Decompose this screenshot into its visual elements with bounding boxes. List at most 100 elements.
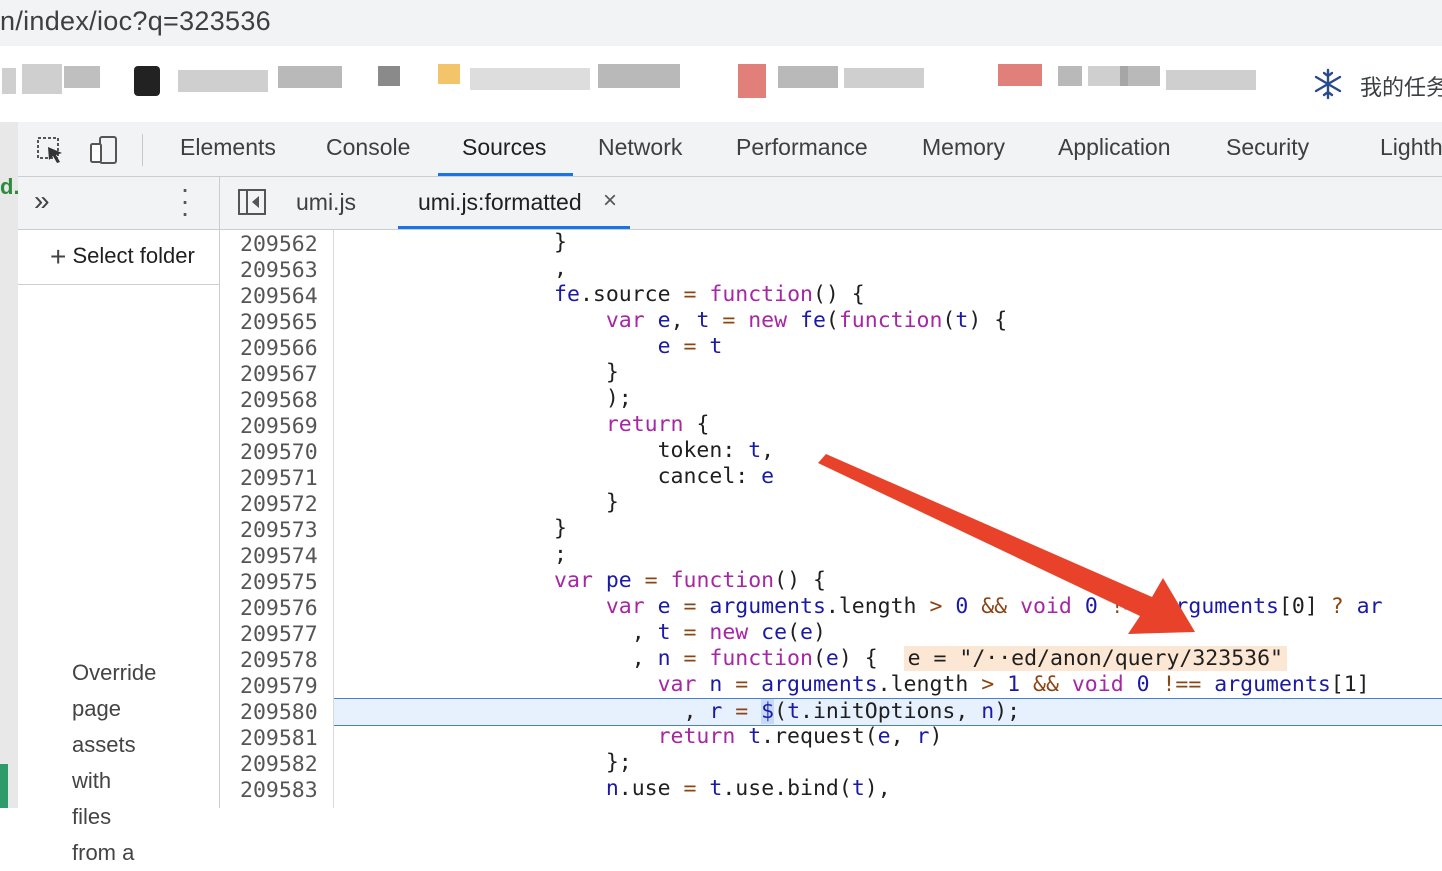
- code-token: [0]: [1278, 594, 1331, 619]
- code-line[interactable]: token: t,: [334, 438, 1442, 464]
- line-number[interactable]: 209574: [240, 544, 318, 569]
- line-number[interactable]: 209569: [240, 414, 318, 439]
- tab-elements[interactable]: Elements: [180, 134, 276, 161]
- code-token: t: [787, 699, 801, 724]
- code-token: =: [683, 594, 710, 619]
- line-number[interactable]: 209568: [240, 388, 318, 413]
- more-tabs-chevron-icon[interactable]: »: [34, 185, 50, 217]
- override-description: Override page assets with files from a: [72, 655, 212, 871]
- code-line[interactable]: ,: [334, 256, 1442, 282]
- tab-network[interactable]: Network: [598, 134, 682, 161]
- select-folder-button[interactable]: + Select folder: [50, 241, 195, 273]
- code-token: .length: [825, 594, 930, 619]
- file-tab-umi-js[interactable]: umi.js: [296, 189, 356, 216]
- line-number[interactable]: 209572: [240, 492, 318, 517]
- active-tab-indicator: [438, 173, 573, 176]
- code-view[interactable]: 209562 209563 209564 209565 209566 20956…: [220, 230, 1442, 808]
- line-number[interactable]: 209565: [240, 310, 318, 335]
- line-number[interactable]: 209566: [240, 336, 318, 361]
- code-line[interactable]: var n = arguments.length > 1 && void 0 !…: [334, 672, 1442, 698]
- line-number[interactable]: 209562: [240, 232, 318, 257]
- code-token: {: [696, 412, 710, 437]
- tab-lighthouse[interactable]: Lighth: [1380, 134, 1442, 161]
- code-line[interactable]: }: [334, 360, 1442, 386]
- code-line[interactable]: cancel: e: [334, 464, 1442, 490]
- code-line[interactable]: e = t: [334, 334, 1442, 360]
- line-number[interactable]: 209576: [240, 596, 318, 621]
- toggle-navigator-icon[interactable]: [238, 189, 266, 215]
- code-line[interactable]: , t = new ce(e): [334, 620, 1442, 646]
- line-number[interactable]: 209581: [240, 726, 318, 751]
- override-text-line: assets: [72, 732, 136, 757]
- code-line[interactable]: var e, t = new fe(function(t) {: [334, 308, 1442, 334]
- bookmark-item-1[interactable]: [130, 64, 350, 104]
- address-bar[interactable]: n/index/ioc?q=323536: [0, 0, 1442, 46]
- line-number[interactable]: 209582: [240, 752, 318, 777]
- override-text-line: files: [72, 804, 112, 829]
- line-number[interactable]: 209570: [240, 440, 318, 465]
- code-line[interactable]: }: [334, 490, 1442, 516]
- code-line[interactable]: , r = $(t.initOptions, n);: [334, 698, 1442, 726]
- more-options-icon[interactable]: · · ·: [178, 175, 192, 227]
- device-toolbar-icon[interactable]: [88, 134, 120, 166]
- line-number[interactable]: 209571: [240, 466, 318, 491]
- bookmarks-bar: 我的任务: [0, 46, 1442, 122]
- file-tab-umi-js-formatted[interactable]: umi.js:formatted: [418, 189, 582, 216]
- code-token: =: [683, 776, 710, 801]
- tab-application[interactable]: Application: [1058, 134, 1171, 161]
- close-tab-icon[interactable]: ×: [603, 187, 617, 215]
- bookmark-item-3[interactable]: [734, 64, 934, 104]
- navigator-header: » · · ·: [18, 175, 219, 230]
- line-number[interactable]: 209583: [240, 778, 318, 803]
- code-line[interactable]: }: [334, 230, 1442, 256]
- line-number[interactable]: 209563: [240, 258, 318, 283]
- code-line[interactable]: fe.source = function() {: [334, 282, 1442, 308]
- inspect-element-icon[interactable]: [34, 134, 66, 166]
- code-token: return: [334, 724, 749, 749]
- code-token: () {: [812, 282, 865, 307]
- line-number[interactable]: 209575: [240, 570, 318, 595]
- line-number[interactable]: 209573: [240, 518, 318, 543]
- bookmark-item-4[interactable]: [996, 64, 1276, 104]
- code-token: .use.bind(: [722, 776, 852, 801]
- code-token: ) {: [968, 308, 1008, 333]
- page-edge: d.: [0, 122, 20, 808]
- line-number[interactable]: 209578: [240, 648, 318, 673]
- line-number[interactable]: 209579: [240, 674, 318, 699]
- code-line[interactable]: }: [334, 516, 1442, 542]
- code-token: t: [748, 438, 762, 463]
- line-number[interactable]: 209567: [240, 362, 318, 387]
- line-number[interactable]: 209564: [240, 284, 318, 309]
- code-line[interactable]: , n = function(e) { e = "/··ed/anon/quer…: [334, 646, 1442, 672]
- tab-sources[interactable]: Sources: [462, 134, 546, 161]
- bookmark-blur: [844, 68, 924, 88]
- code-token: function: [709, 646, 813, 671]
- code-token: ce: [761, 620, 788, 645]
- code-line[interactable]: );: [334, 386, 1442, 412]
- tab-security[interactable]: Security: [1226, 134, 1309, 161]
- code-token: =: [683, 620, 710, 645]
- line-number[interactable]: 209580: [240, 700, 318, 725]
- code-token: function: [838, 308, 943, 333]
- bookmark-item-2[interactable]: [430, 64, 700, 104]
- code-line[interactable]: ;: [334, 542, 1442, 568]
- code-token: &&: [981, 594, 1021, 619]
- code-line[interactable]: var e = arguments.length > 0 && void 0 !…: [334, 594, 1442, 620]
- code-token: =: [722, 308, 749, 333]
- bookmark-item-5[interactable]: 我的任务: [1312, 64, 1442, 104]
- code-line[interactable]: var pe = function() {: [334, 568, 1442, 594]
- code-token: e: [657, 594, 684, 619]
- line-number[interactable]: 209577: [240, 622, 318, 647]
- tab-console[interactable]: Console: [326, 134, 410, 161]
- code-line[interactable]: };: [334, 750, 1442, 776]
- code-line[interactable]: n.use = t.use.bind(t),: [334, 776, 1442, 802]
- bookmark-blur: [1166, 70, 1256, 90]
- tab-performance[interactable]: Performance: [736, 134, 868, 161]
- code-token: void: [1071, 672, 1137, 697]
- code-line[interactable]: return {: [334, 412, 1442, 438]
- code-token: e: [800, 620, 813, 645]
- bookmark-favicon-icon: [998, 64, 1042, 86]
- code-line[interactable]: return t.request(e, r): [334, 724, 1442, 750]
- tab-memory[interactable]: Memory: [922, 134, 1005, 161]
- bookmark-favicon-icon: [438, 64, 460, 84]
